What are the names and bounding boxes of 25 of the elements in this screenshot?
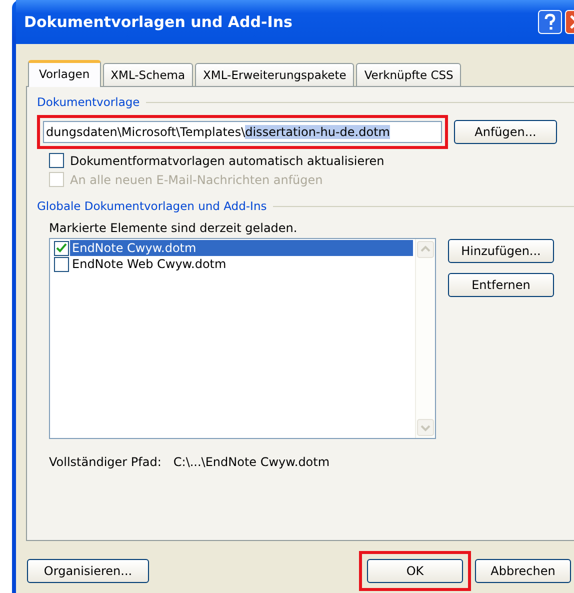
checkbox[interactable] bbox=[49, 153, 64, 168]
organize-button[interactable]: Organisieren... bbox=[27, 559, 149, 583]
cancel-button[interactable]: Abbrechen bbox=[475, 559, 571, 583]
template-path-field[interactable]: dungsdaten\Microsoft\Templates\dissertation-hu-de.dotm bbox=[43, 121, 442, 143]
checkbox-label: Dokumentformatvorlagen automatisch aktualisieren bbox=[70, 154, 384, 168]
tab[interactable]: Vorlagen bbox=[28, 60, 101, 87]
attach-button[interactable]: Anfügen... bbox=[454, 120, 557, 144]
checkbox[interactable] bbox=[54, 256, 69, 272]
window-title: Dokumentvorlagen und Add-Ins bbox=[24, 13, 294, 31]
group-heading: Globale Dokumentvorlagen und Add-Ins bbox=[37, 199, 267, 213]
tab[interactable]: Verknüpfte CSS bbox=[356, 63, 462, 86]
path-value: C:\...\EndNote Cwyw.dotm bbox=[173, 455, 330, 469]
ok-button[interactable]: OK bbox=[367, 559, 463, 583]
list-item[interactable]: EndNote Web Cwyw.dotm bbox=[70, 256, 413, 272]
checkbox-label: An alle neuen E-Mail-Nachrichten anfügen bbox=[70, 172, 323, 186]
side-button[interactable]: Entfernen bbox=[448, 273, 554, 297]
path-label: Vollständiger Pfad: bbox=[49, 455, 162, 469]
help-icon[interactable] bbox=[538, 10, 562, 34]
group-heading: Dokumentvorlage bbox=[37, 95, 140, 109]
tab[interactable]: XML-Schema bbox=[102, 63, 194, 86]
hint-text: Markierte Elemente sind derzeit geladen. bbox=[49, 221, 298, 235]
tab[interactable]: XML-Erweiterungspakete bbox=[195, 63, 354, 86]
side-button[interactable]: Hinzufügen... bbox=[448, 239, 554, 263]
list-item[interactable]: EndNote Cwyw.dotm bbox=[70, 240, 413, 256]
checkbox[interactable] bbox=[54, 240, 69, 256]
